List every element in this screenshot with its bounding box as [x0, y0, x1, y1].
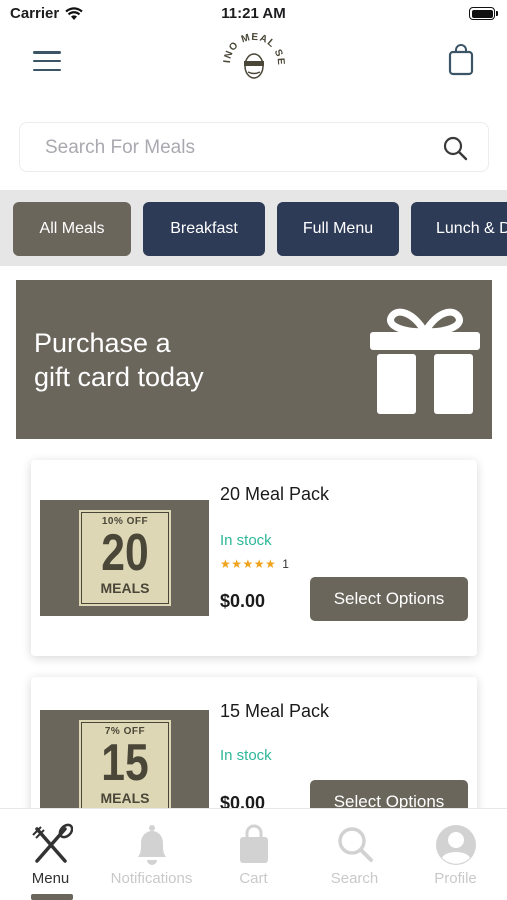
product-price: $0.00	[220, 591, 266, 611]
tab-menu[interactable]: Menu	[0, 809, 101, 893]
product-title[interactable]: 20 Meal Pack	[220, 484, 329, 505]
category-full-menu[interactable]: Full Menu	[277, 202, 399, 256]
gift-icon	[370, 308, 480, 414]
product-title[interactable]: 15 Meal Pack	[220, 701, 329, 722]
gift-card-text: Purchase a gift card today	[34, 326, 274, 394]
status-time: 11:21 AM	[221, 5, 286, 22]
product-thumbnail: 10% OFF 20 MEALS	[40, 500, 209, 616]
cart-button[interactable]	[447, 43, 475, 77]
search-icon[interactable]	[442, 135, 468, 161]
bell-icon	[137, 825, 166, 865]
product-rating: ★★★★★ 1	[220, 557, 289, 571]
gift-card-line1: Purchase a	[34, 328, 171, 358]
hamburger-icon-bar	[33, 59, 61, 63]
app-header: ILL CHINO MEAL SERVICE	[0, 28, 507, 118]
search-icon	[337, 827, 373, 862]
tab-label: Search	[330, 870, 379, 887]
bag-icon	[239, 824, 268, 863]
star-rating-icon: ★★★★★	[220, 557, 277, 571]
category-label: Full Menu	[302, 220, 374, 237]
logo-title: ILL CHINO MEAL SERVICE	[222, 28, 285, 66]
search-input[interactable]	[45, 135, 425, 161]
category-breakfast[interactable]: Breakfast	[143, 202, 265, 256]
tab-label: Menu	[31, 870, 70, 887]
utensils-icon	[31, 823, 73, 863]
active-tab-indicator	[31, 894, 73, 900]
gift-card-line2: gift card today	[34, 362, 204, 392]
thumb-number: 15	[101, 734, 149, 792]
rating-count: 1	[282, 557, 289, 571]
stock-status: In stock	[220, 532, 272, 549]
category-label: Breakfast	[170, 220, 238, 237]
tab-search[interactable]: Search	[304, 809, 405, 893]
thumb-word: MEALS	[100, 580, 150, 596]
tab-profile[interactable]: Profile	[405, 809, 506, 893]
tab-cart[interactable]: Cart	[203, 809, 304, 893]
status-bar: Carrier 11:21 AM	[0, 0, 507, 28]
bottom-tab-bar: Menu Notifications Cart Search Profile	[0, 808, 507, 900]
thumb-number: 20	[101, 524, 149, 582]
brand-logo: ILL CHINO MEAL SERVICE	[222, 28, 286, 79]
tab-label: Notifications	[110, 870, 193, 887]
svg-text:ILL CHINO MEAL SERVICE: ILL CHINO MEAL SERVICE	[222, 28, 286, 66]
search-bar	[19, 122, 489, 172]
meal-pack-label: 7% OFF 15 MEALS	[77, 718, 173, 818]
category-strip: All Meals Breakfast Full Menu Lunch & Di…	[0, 190, 507, 266]
tab-label: Profile	[434, 870, 477, 887]
category-lunch-dinner[interactable]: Lunch & Dinner	[411, 202, 507, 256]
gift-card-banner[interactable]: Purchase a gift card today	[16, 280, 492, 439]
user-icon	[435, 825, 476, 865]
category-label: Lunch & Dinner	[436, 220, 507, 237]
battery-icon	[469, 7, 498, 20]
thumb-word: MEALS	[100, 790, 150, 806]
hamburger-menu-button[interactable]	[33, 50, 61, 72]
hamburger-icon-bar	[33, 51, 61, 54]
stock-status: In stock	[220, 747, 272, 764]
select-options-button[interactable]: Select Options	[310, 577, 468, 621]
tab-label: Cart	[239, 870, 268, 887]
category-label: All Meals	[39, 220, 105, 237]
meal-pack-label: 10% OFF 20 MEALS	[77, 508, 173, 608]
category-all-meals[interactable]: All Meals	[13, 202, 131, 256]
tab-notifications[interactable]: Notifications	[101, 809, 202, 893]
hamburger-icon-bar	[33, 68, 61, 71]
product-card[interactable]: 10% OFF 20 MEALS 20 Meal Pack In stock ★…	[31, 460, 477, 656]
